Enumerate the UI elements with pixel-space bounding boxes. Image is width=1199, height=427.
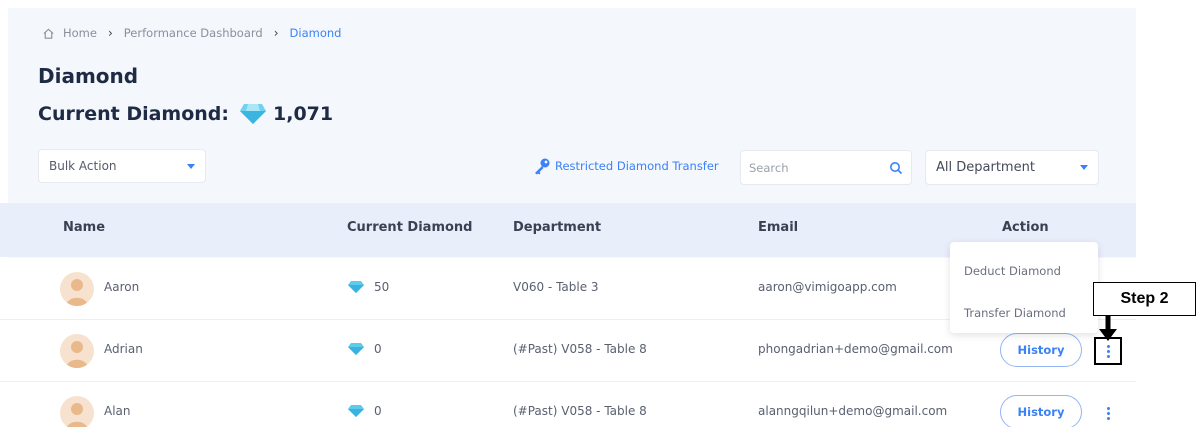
diamond-icon [348,281,364,293]
row-department: (#Past) V058 - Table 8 [513,404,647,418]
history-button[interactable]: History [1000,395,1082,427]
avatar [60,334,94,368]
row-diamond-value: 50 [374,280,390,294]
row-email: phongadrian+demo@gmail.com [758,342,953,356]
row-name: Adrian [104,342,143,356]
action-dropdown-menu: Deduct Diamond Transfer Diamond [950,242,1098,333]
row-department: V060 - Table 3 [513,280,599,294]
restricted-diamond-transfer-link[interactable]: Restricted Diamond Transfer [533,157,719,175]
menu-item-transfer-diamond[interactable]: Transfer Diamond [964,306,1066,320]
menu-item-deduct-diamond[interactable]: Deduct Diamond [964,264,1061,278]
more-vertical-icon[interactable] [1094,399,1122,427]
breadcrumb: Home › Performance Dashboard › Diamond [42,26,341,40]
caret-down-icon [187,163,195,169]
column-header-department[interactable]: Department [513,220,601,235]
column-header-action: Action [1002,220,1049,235]
table-row: Alan 0 (#Past) V058 - Table 8 alanngqilu… [0,382,1136,427]
breadcrumb-dashboard[interactable]: Performance Dashboard [124,26,263,40]
row-diamond: 50 [348,280,389,294]
key-icon [535,158,550,175]
search-icon[interactable] [889,161,903,175]
page-title: Diamond [38,64,139,88]
row-name: Alan [104,404,131,418]
column-header-name[interactable]: Name [63,220,105,235]
chevron-right-icon: › [273,26,279,40]
restricted-diamond-transfer-label: Restricted Diamond Transfer [555,159,719,173]
row-diamond-value: 0 [374,342,382,356]
home-icon [43,28,54,39]
bulk-action-select[interactable]: Bulk Action [38,149,206,183]
column-header-diamond[interactable]: Current Diamond [347,220,473,235]
avatar [60,272,94,306]
row-email: aaron@vimigoapp.com [758,280,897,294]
current-diamond-label: Current Diamond: [38,103,230,125]
breadcrumb-current: Diamond [289,26,342,40]
step-annotation: Step 2 [1093,282,1196,316]
history-button[interactable]: History [1000,333,1082,367]
department-filter-label: All Department [936,160,1035,175]
bulk-action-label: Bulk Action [49,159,117,173]
diamond-icon [348,343,364,355]
row-email: alanngqilun+demo@gmail.com [758,404,948,418]
search-input[interactable] [749,160,879,175]
current-diamond-value: 1,071 [273,103,334,125]
diamond-icon [348,405,364,417]
row-department: (#Past) V058 - Table 8 [513,342,647,356]
caret-down-icon [1080,165,1088,170]
search-box [740,150,912,185]
diamond-icon [240,104,267,124]
department-filter-select[interactable]: All Department [925,150,1099,185]
breadcrumb-home[interactable]: Home [63,26,97,40]
column-header-email[interactable]: Email [758,220,798,235]
row-diamond: 0 [348,342,382,356]
chevron-right-icon: › [107,26,113,40]
row-name: Aaron [104,280,140,294]
current-diamond-summary: Current Diamond: 1,071 [38,103,333,125]
arrow-down-icon [1099,316,1117,341]
avatar [60,396,94,427]
row-diamond: 0 [348,404,382,418]
row-diamond-value: 0 [374,404,382,418]
